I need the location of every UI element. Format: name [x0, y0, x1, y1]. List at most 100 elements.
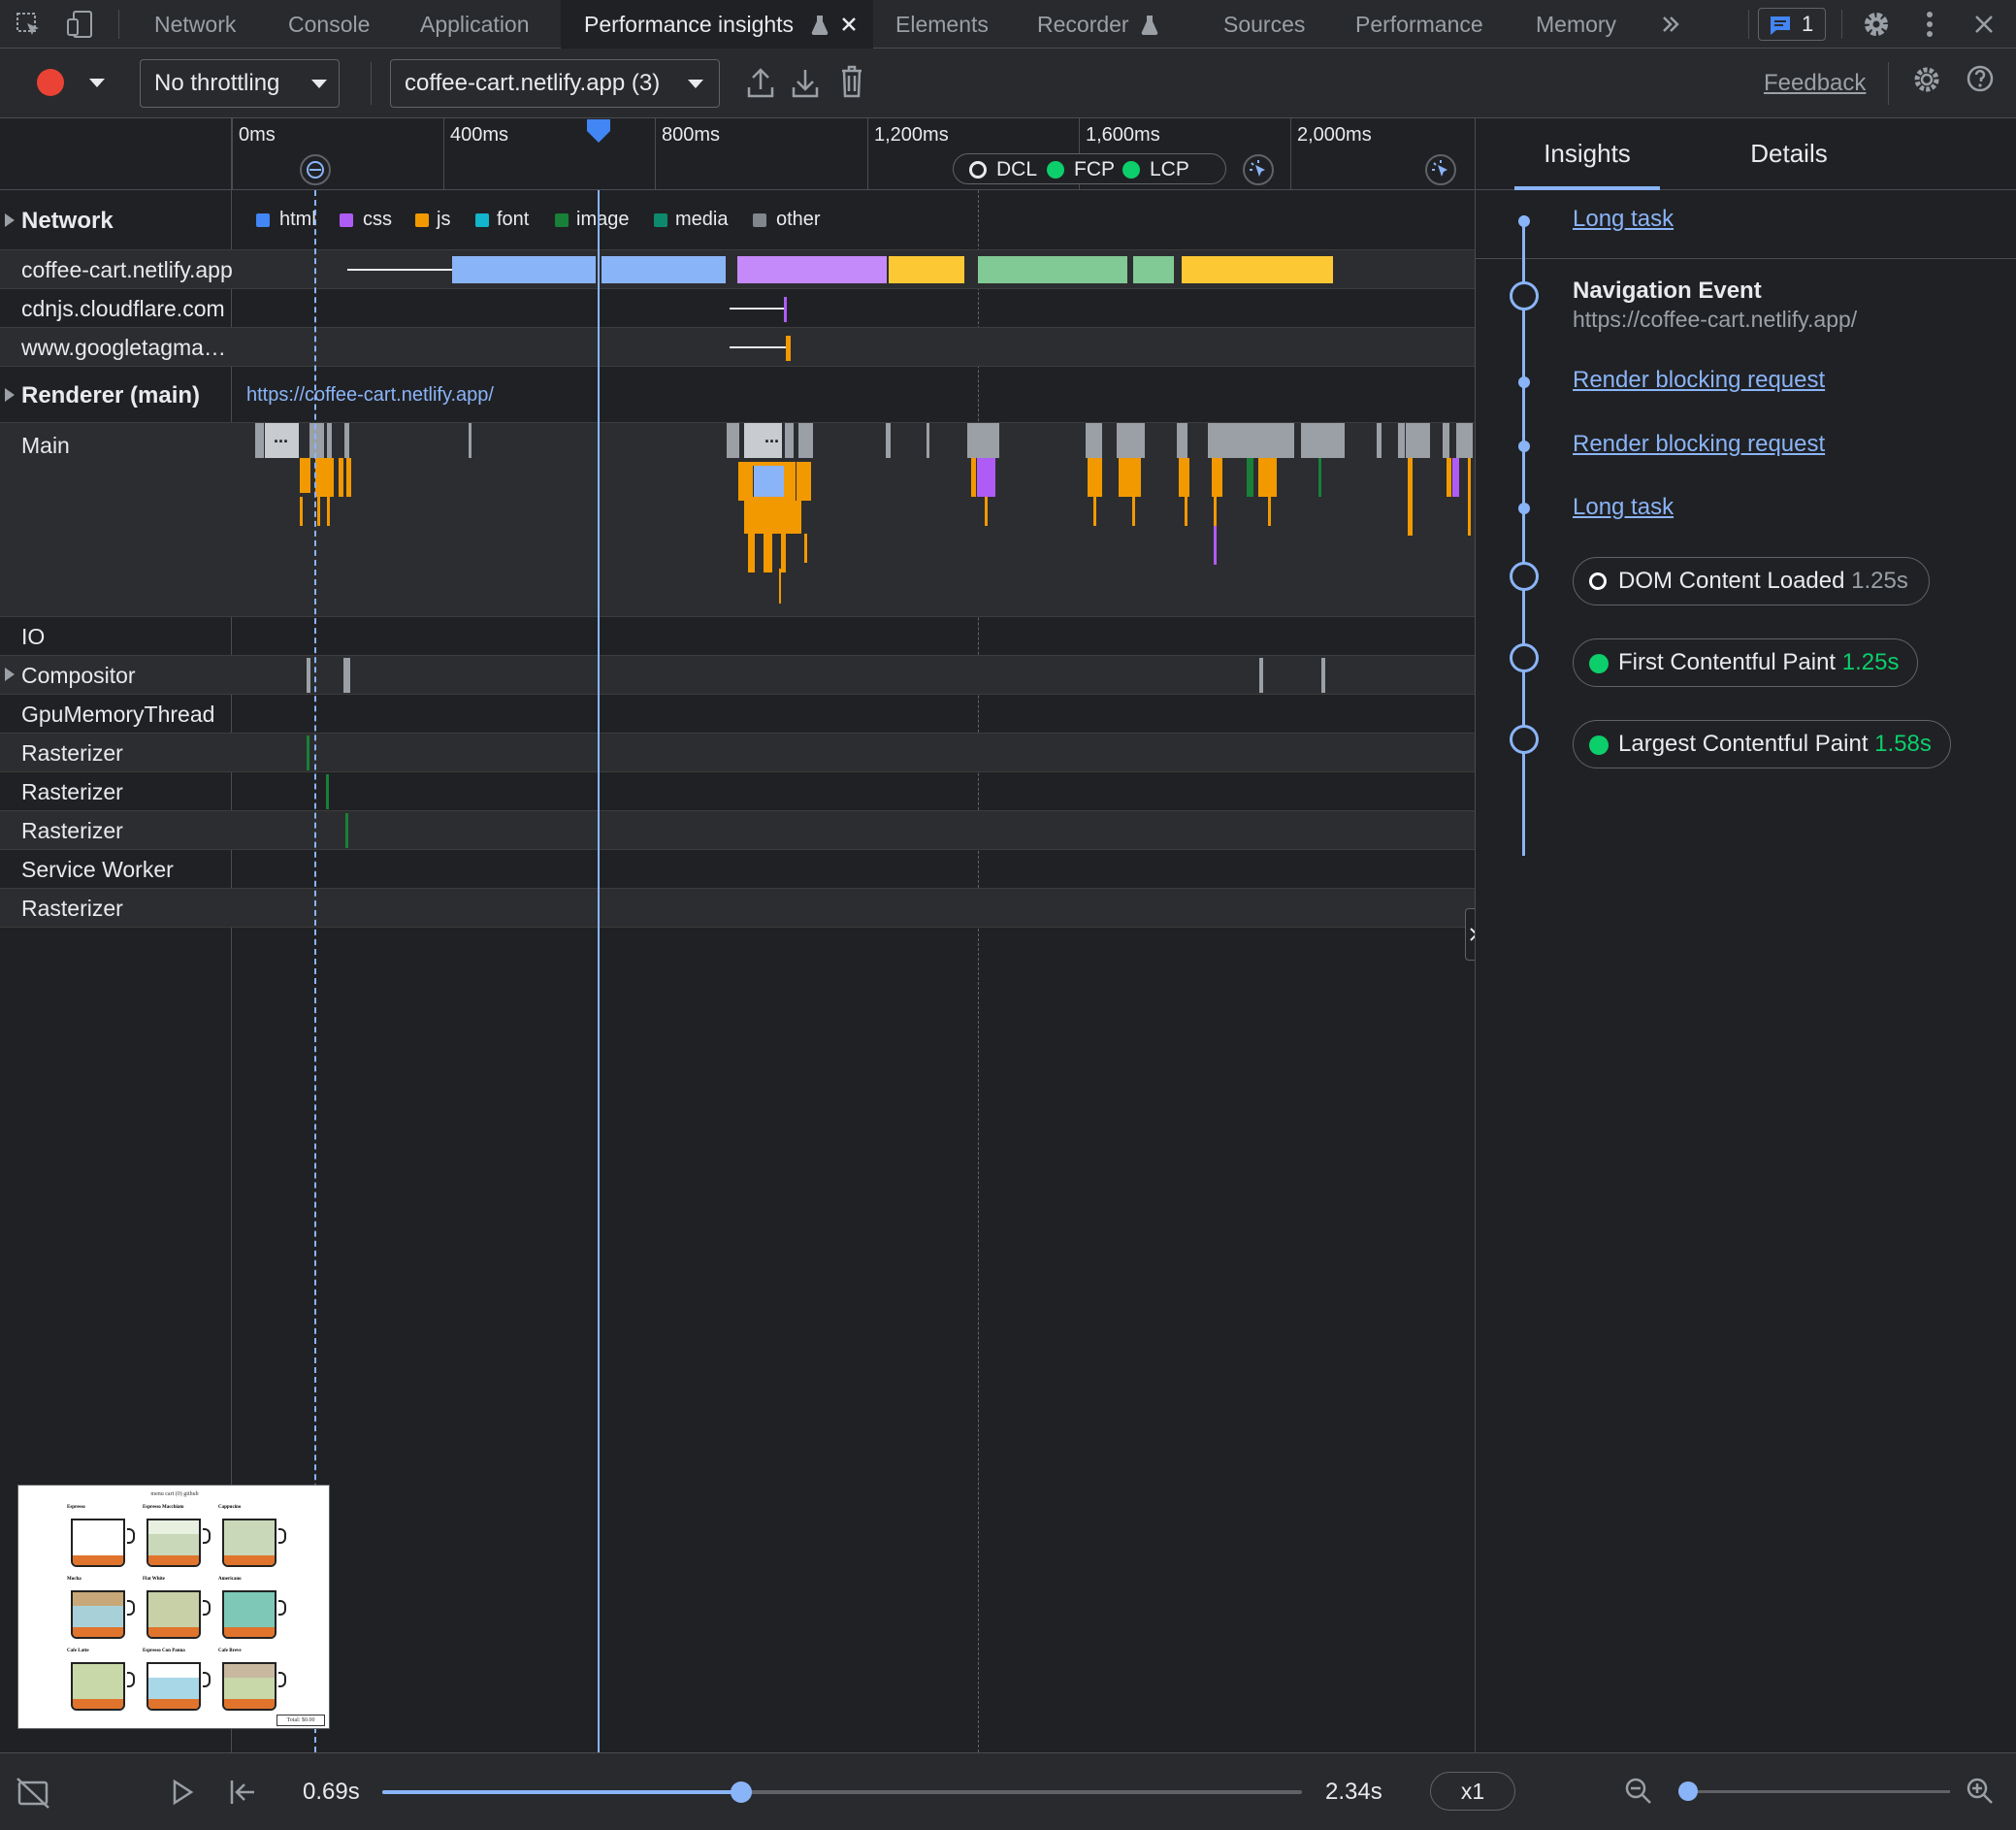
- page-screenshot-thumbnail[interactable]: menu cart (0) github Espresso Espresso Ma…: [17, 1485, 330, 1729]
- thread-row[interactable]: Rasterizer: [0, 772, 1475, 811]
- zoom-in-icon[interactable]: [1966, 1777, 1995, 1806]
- playhead-line[interactable]: [598, 190, 600, 1752]
- flame-task-block[interactable]: [970, 458, 976, 497]
- task-bar[interactable]: [343, 658, 350, 693]
- playback-speed-button[interactable]: x1: [1430, 1772, 1515, 1811]
- playback-knob[interactable]: [730, 1781, 752, 1803]
- close-tab-icon[interactable]: [841, 16, 857, 32]
- request-bar-js[interactable]: [786, 336, 791, 361]
- main-flame-chart[interactable]: ......: [0, 423, 1475, 617]
- flame-task-block[interactable]: [778, 569, 781, 604]
- request-bar-js[interactable]: [889, 256, 964, 283]
- insight-link-long-task[interactable]: Long task: [1573, 206, 1674, 233]
- insight-link-long-task[interactable]: Long task: [1573, 494, 1674, 521]
- flame-task-block[interactable]: [1213, 526, 1217, 565]
- upload-icon[interactable]: [747, 66, 774, 99]
- feedback-link[interactable]: Feedback: [1764, 70, 1866, 97]
- tab-performance-insights[interactable]: Performance insights: [561, 0, 873, 49]
- capture-settings-icon[interactable]: [1911, 64, 1942, 95]
- play-icon[interactable]: [171, 1779, 194, 1806]
- collapsed-tasks-label[interactable]: ...: [274, 427, 288, 447]
- request-bar-image[interactable]: [978, 256, 1127, 283]
- flame-task-block[interactable]: [747, 534, 755, 572]
- flame-task-block[interactable]: [1207, 423, 1294, 458]
- flame-task-block[interactable]: [1300, 423, 1345, 458]
- flame-task-block[interactable]: [885, 423, 891, 458]
- request-bar-css[interactable]: [784, 297, 787, 322]
- kebab-menu-icon[interactable]: [1923, 11, 1936, 38]
- flame-task-block[interactable]: [1455, 423, 1473, 458]
- flame-task-block[interactable]: [1087, 458, 1102, 497]
- flame-task-block[interactable]: [326, 497, 330, 526]
- flame-task-block[interactable]: [316, 497, 320, 526]
- issues-counter[interactable]: 1: [1758, 8, 1826, 41]
- flame-task-block[interactable]: [753, 466, 784, 497]
- interaction-marker-icon[interactable]: [1242, 153, 1275, 186]
- task-bar[interactable]: [1259, 658, 1263, 693]
- request-bar-image[interactable]: [1133, 256, 1174, 283]
- thread-row[interactable]: Rasterizer: [0, 889, 1475, 928]
- flame-task-block[interactable]: [1246, 458, 1253, 497]
- main-thread-row[interactable]: Main ......: [0, 423, 1475, 617]
- flame-task-block[interactable]: [1131, 497, 1135, 526]
- close-devtools-icon[interactable]: [1973, 14, 1995, 35]
- navigation-marker-icon[interactable]: [299, 153, 332, 186]
- flame-task-block[interactable]: [314, 458, 334, 497]
- flame-task-block[interactable]: [1211, 458, 1222, 497]
- request-bar-js[interactable]: [1182, 256, 1333, 283]
- flame-task-block[interactable]: [743, 501, 801, 534]
- delete-icon[interactable]: [840, 65, 863, 98]
- collapsed-tasks-label[interactable]: ...: [764, 427, 779, 447]
- raster-task-bar[interactable]: [326, 774, 329, 809]
- flame-task-block[interactable]: [926, 423, 929, 458]
- flame-task-block[interactable]: [780, 534, 786, 572]
- network-row[interactable]: coffee-cart.netlify.app: [0, 250, 1475, 289]
- flame-task-block[interactable]: [299, 458, 310, 493]
- playback-slider[interactable]: [382, 1781, 1302, 1803]
- flame-task-block[interactable]: [784, 423, 794, 458]
- flame-task-block[interactable]: [1176, 423, 1187, 458]
- gear-icon[interactable]: [1861, 9, 1892, 40]
- tab-memory[interactable]: Memory: [1523, 0, 1630, 49]
- flame-task-block[interactable]: [1085, 423, 1102, 458]
- request-bar-css[interactable]: [737, 256, 887, 283]
- recording-select[interactable]: coffee-cart.netlify.app (3): [390, 59, 720, 108]
- flame-task-block[interactable]: [1451, 458, 1459, 497]
- task-bar[interactable]: [1321, 658, 1325, 693]
- zoom-slider[interactable]: [1678, 1781, 1950, 1801]
- flame-task-block[interactable]: [1257, 458, 1277, 497]
- flame-task-block[interactable]: [1184, 497, 1187, 526]
- metric-fcp[interactable]: First Contentful Paint 1.25s: [1573, 638, 1918, 687]
- raster-task-bar[interactable]: [307, 735, 309, 770]
- playhead-handle[interactable]: [586, 118, 611, 144]
- screenshots-toggle-icon[interactable]: [16, 1777, 50, 1810]
- flame-task-block[interactable]: [796, 462, 811, 501]
- flame-task-block[interactable]: [1178, 458, 1189, 497]
- flame-task-block[interactable]: [1405, 423, 1430, 458]
- flame-task-block[interactable]: [1407, 458, 1413, 536]
- flame-task-block[interactable]: [468, 423, 471, 458]
- flame-task-block[interactable]: [797, 423, 813, 458]
- throttling-select[interactable]: No throttling: [140, 59, 340, 108]
- flame-task-block[interactable]: [1092, 497, 1096, 526]
- network-track-header[interactable]: Network html css js font image media oth…: [0, 190, 1475, 250]
- skip-to-start-icon[interactable]: [229, 1779, 258, 1806]
- device-toolbar-icon[interactable]: [66, 10, 97, 39]
- metric-lcp[interactable]: Largest Contentful Paint 1.58s: [1573, 720, 1951, 768]
- task-bar[interactable]: [307, 658, 310, 693]
- zoom-knob[interactable]: [1678, 1781, 1698, 1801]
- record-button[interactable]: [37, 69, 64, 96]
- network-row[interactable]: www.googletagma…: [0, 328, 1475, 367]
- insight-link-render-blocking[interactable]: Render blocking request: [1573, 431, 1825, 458]
- zoom-out-icon[interactable]: [1624, 1777, 1653, 1806]
- metric-dcl[interactable]: DOM Content Loaded 1.25s: [1573, 557, 1930, 605]
- help-icon[interactable]: [1966, 64, 1995, 93]
- tab-application[interactable]: Application: [406, 0, 551, 49]
- flame-task-block[interactable]: [763, 534, 772, 572]
- flame-task-block[interactable]: [1118, 458, 1141, 497]
- download-icon[interactable]: [792, 66, 819, 99]
- inspect-element-icon[interactable]: [16, 12, 43, 39]
- flame-task-block[interactable]: [299, 497, 303, 526]
- request-bar-html[interactable]: [602, 256, 726, 283]
- flame-task-block[interactable]: [338, 458, 343, 497]
